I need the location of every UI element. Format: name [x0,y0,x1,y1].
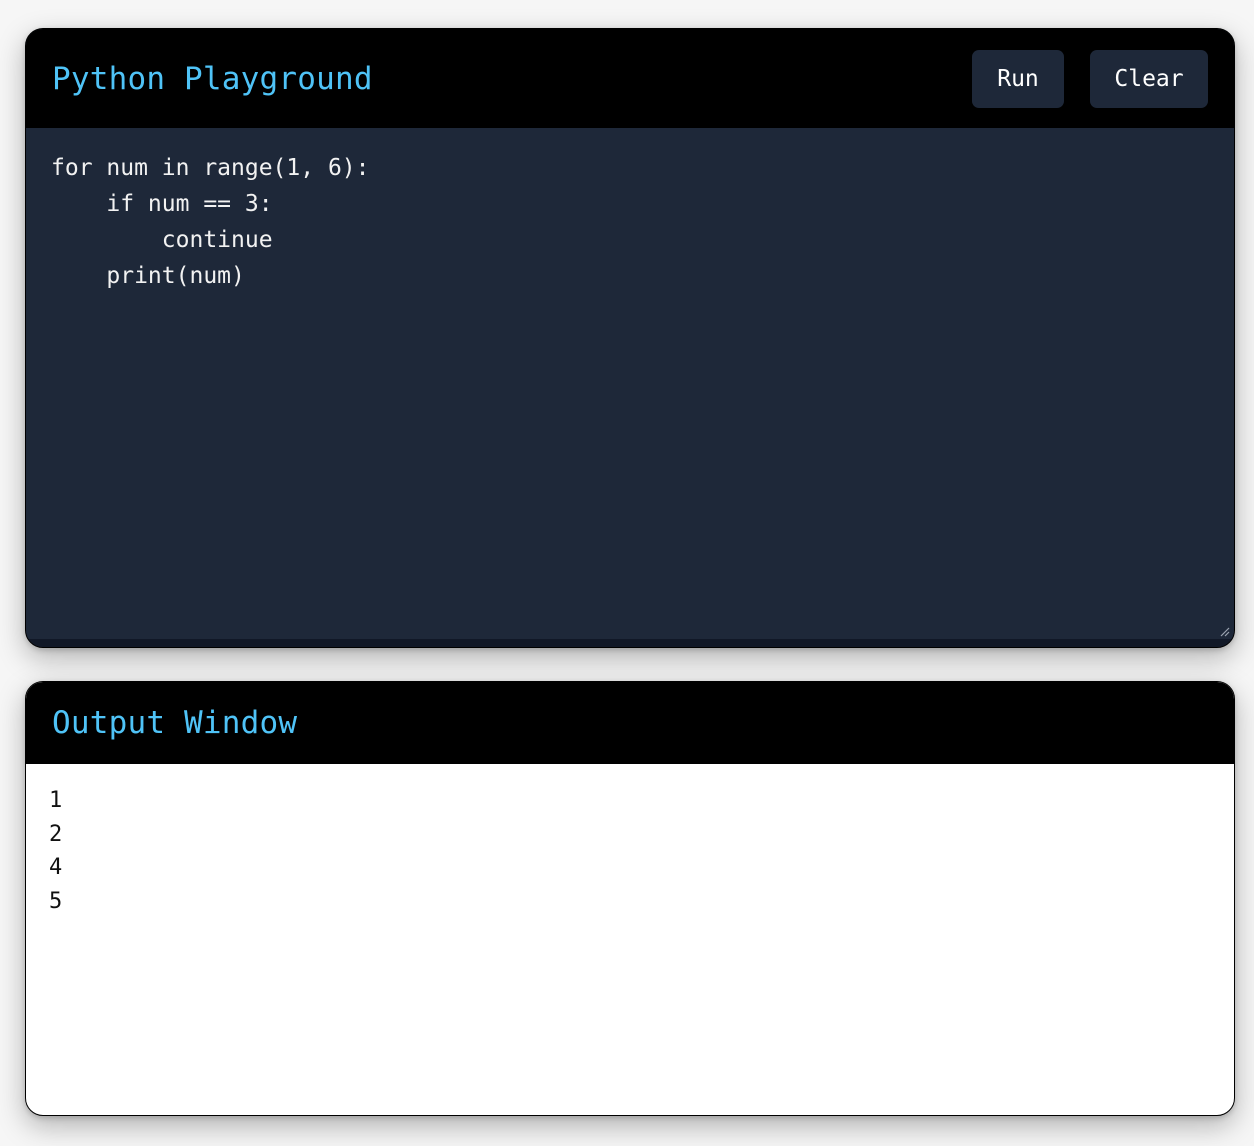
output-line: 4 [49,855,63,880]
editor-header: Python Playground Run Clear [26,29,1234,128]
output-header: Output Window [26,682,1234,764]
editor-panel: Python Playground Run Clear for num in r… [25,28,1235,648]
output-title: Output Window [52,705,298,741]
code-text[interactable]: for num in range(1, 6): if num == 3: con… [51,150,1209,294]
output-panel: Output Window 1 2 4 5 [25,681,1235,1116]
code-editor[interactable]: for num in range(1, 6): if num == 3: con… [26,128,1234,640]
run-button[interactable]: Run [972,49,1064,108]
toolbar: Run Clear [972,49,1208,108]
editor-bottom-border [26,639,1234,647]
resize-handle-icon[interactable] [1218,625,1230,637]
editor-title: Python Playground [52,60,373,97]
output-line: 5 [49,888,63,914]
clear-button[interactable]: Clear [1090,49,1208,108]
output-line: 1 [49,788,63,813]
output-area: 1 2 4 5 [26,764,1234,938]
output-line: 2 [49,821,63,847]
